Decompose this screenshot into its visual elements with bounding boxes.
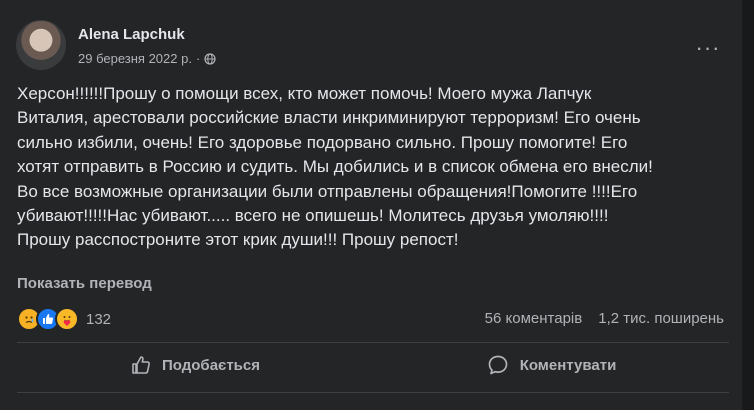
post-header: Alena Lapchuk 29 березня 2022 р. · ··· [16,20,726,74]
bottom-divider [17,392,729,393]
reaction-count[interactable]: 132 [86,311,111,328]
shares-count[interactable]: 1,2 тис. поширень [598,310,724,327]
post-card: Alena Lapchuk 29 березня 2022 р. · ··· Х… [0,0,742,410]
more-options-button[interactable]: ··· [690,30,726,66]
post-body-text: Херсон!!!!!!Прошу о помощи всех, кто мож… [17,84,653,250]
comment-button[interactable]: Коментувати [373,343,729,387]
show-translation-link[interactable]: Показать перевод [17,275,152,292]
post-meta: 29 березня 2022 р. · [78,51,216,66]
engagement-stats: 56 коментарів 1,2 тис. поширень [485,310,724,327]
care-reaction-icon [55,307,79,331]
comment-button-label: Коментувати [519,356,617,374]
like-button[interactable]: Подобається [17,343,373,387]
post-date[interactable]: 29 березня 2022 р. [78,51,192,66]
like-button-label: Подобається [162,356,260,374]
globe-icon[interactable] [204,52,216,65]
author-name[interactable]: Alena Lapchuk [78,26,185,43]
meta-separator: · [195,51,201,66]
author-avatar[interactable] [16,20,66,70]
thumbs-up-icon [132,356,150,374]
reactions-summary[interactable]: 132 [17,307,111,331]
comments-count[interactable]: 56 коментарів [485,310,583,327]
action-bar: Подобається Коментувати [17,343,729,387]
speech-bubble-icon [488,355,508,375]
